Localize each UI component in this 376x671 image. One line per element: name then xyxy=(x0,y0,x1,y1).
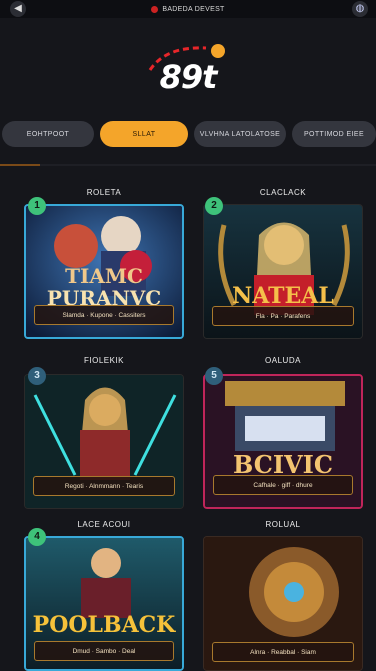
rank-badge: 3 xyxy=(28,367,46,385)
rank-badge: 1 xyxy=(28,197,46,215)
category-label: ROLUAL xyxy=(265,520,301,529)
game-subtitle: Slamda · Kupone · Cassiters xyxy=(34,305,174,325)
top-bar: ◀ BADEDA DEVEST ◍ xyxy=(0,0,376,18)
divider xyxy=(0,164,376,166)
game-subtitle: Alnra · Reabbal · Siam xyxy=(212,642,354,662)
game-card-4[interactable]: BCIVIC Cafhale · giff · dhure xyxy=(203,374,363,509)
globe-icon[interactable]: ◍ xyxy=(352,1,368,17)
category-label: ROLETA xyxy=(86,188,122,197)
rank-badge: 2 xyxy=(205,197,223,215)
category-label: OALUDA xyxy=(265,356,301,365)
back-arrow-icon[interactable]: ◀ xyxy=(10,1,26,17)
game-title-line2: POOLBACK xyxy=(32,612,176,638)
category-label: FIOLEKIK xyxy=(83,356,124,365)
game-card-5[interactable]: POOLBACK Dmud · Sambo · Deal xyxy=(24,536,184,671)
category-label: CLACLACK xyxy=(259,188,307,197)
game-card-2[interactable]: NATEAL Fla · Pa · Parafens xyxy=(203,204,363,339)
game-card-3[interactable]: Regoti · Alnmmann · Tearis xyxy=(24,374,184,509)
category-label: LACE ACOUI xyxy=(77,520,131,529)
category-tabs: EOHTPOOT SLLAT VLVHNA LATOLATOSE POTTIMO… xyxy=(0,121,376,147)
game-card-6[interactable]: Alnra · Reabbal · Siam xyxy=(203,536,363,671)
rank-badge: 4 xyxy=(28,528,46,546)
game-subtitle: Cafhale · giff · dhure xyxy=(213,475,353,495)
site-title: BADEDA DEVEST xyxy=(151,5,225,13)
tab-4[interactable]: POTTIMOD EIEE xyxy=(292,121,376,147)
tab-3[interactable]: VLVHNA LATOLATOSE xyxy=(194,121,286,147)
game-subtitle: Dmud · Sambo · Deal xyxy=(34,641,174,661)
game-card-1[interactable]: TIAMC PURANVC Slamda · Kupone · Cassiter… xyxy=(24,204,184,339)
tab-1[interactable]: EOHTPOOT xyxy=(2,121,94,147)
brand-logo[interactable]: 89t xyxy=(0,58,376,96)
game-title-line1: TIAMC xyxy=(65,264,143,288)
game-subtitle: Regoti · Alnmmann · Tearis xyxy=(33,476,175,496)
rank-badge: 5 xyxy=(205,367,223,385)
game-subtitle: Fla · Pa · Parafens xyxy=(212,306,354,326)
site-name: BADEDA DEVEST xyxy=(162,5,225,13)
site-logo-icon xyxy=(151,5,159,13)
tab-2[interactable]: SLLAT xyxy=(100,121,188,147)
